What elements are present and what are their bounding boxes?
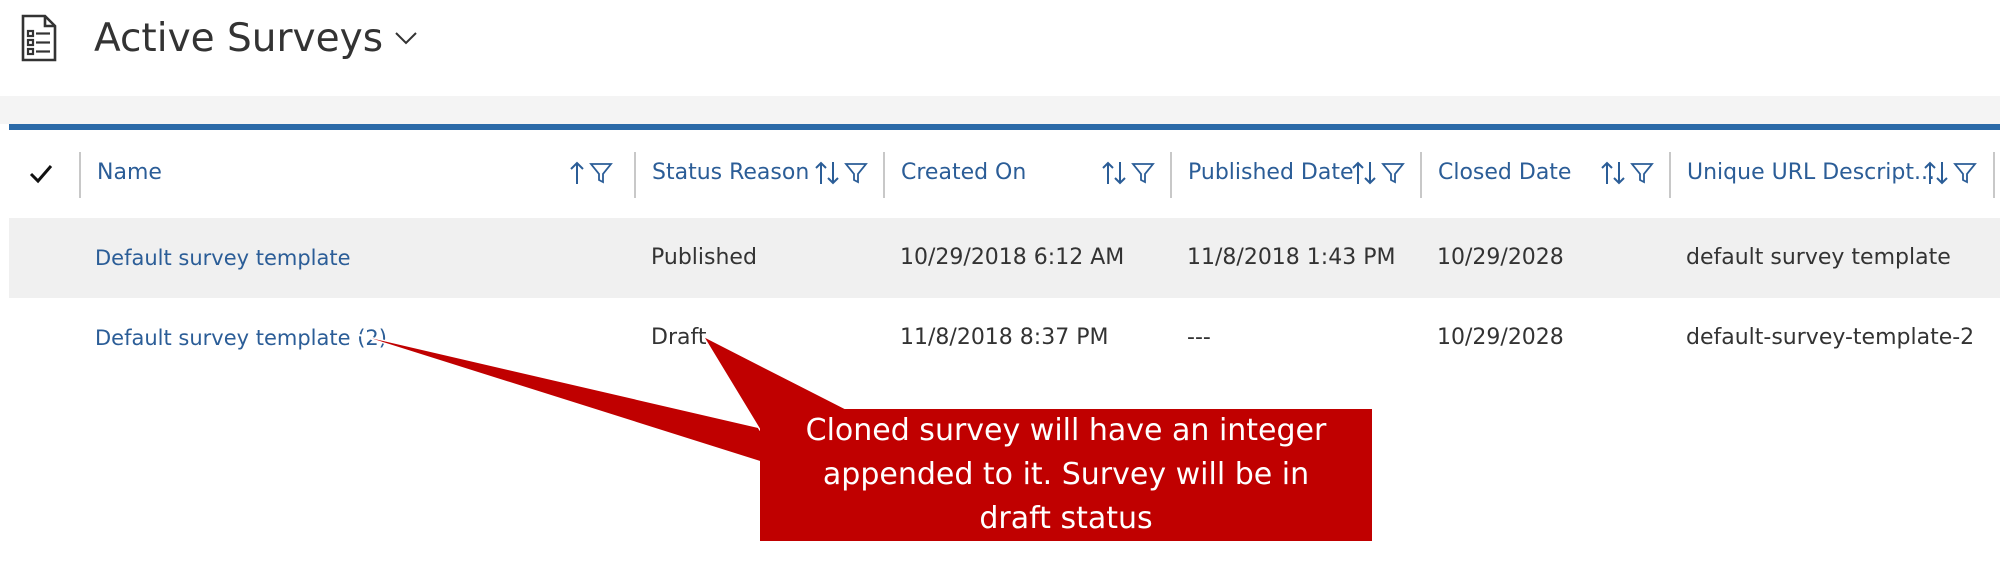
checkmark-icon[interactable]	[27, 160, 55, 188]
column-name-actions	[569, 158, 613, 188]
filter-icon[interactable]	[1953, 161, 1977, 185]
chevron-down-icon[interactable]	[394, 30, 418, 46]
row-created-on: 11/8/2018 8:37 PM	[900, 325, 1109, 350]
filter-icon[interactable]	[589, 161, 613, 185]
filter-icon[interactable]	[844, 161, 868, 185]
column-separator[interactable]	[1170, 152, 1172, 198]
sort-ascending-icon[interactable]	[569, 160, 585, 186]
row-unique-url: default-survey-template-2	[1686, 325, 1975, 350]
column-header-unique-url[interactable]: Unique URL Descript...	[1687, 150, 1935, 196]
column-separator[interactable]	[1669, 152, 1671, 198]
sort-icon[interactable]	[1101, 160, 1127, 186]
sort-icon[interactable]	[814, 160, 840, 186]
page-title: Active Surveys	[94, 16, 384, 61]
filter-icon[interactable]	[1630, 161, 1654, 185]
filter-icon[interactable]	[1381, 161, 1405, 185]
sort-icon[interactable]	[1600, 160, 1626, 186]
row-created-on: 10/29/2018 6:12 AM	[900, 245, 1125, 270]
table-row[interactable]: Default survey template Published 10/29/…	[9, 218, 2000, 298]
column-header-closed-date[interactable]: Closed Date	[1438, 150, 1571, 196]
row-published-date: ---	[1187, 325, 1211, 350]
column-header-name[interactable]: Name	[97, 150, 162, 196]
row-published-date: 11/8/2018 1:43 PM	[1187, 245, 1396, 270]
page: Active Surveys Name Status Reason Create…	[0, 0, 2000, 565]
sort-icon[interactable]	[1923, 160, 1949, 186]
header-divider-band	[0, 96, 2000, 124]
row-status-reason: Draft	[651, 325, 707, 350]
column-separator[interactable]	[634, 152, 636, 198]
column-published-date-actions	[1351, 158, 1405, 188]
grid-header-row: Name Status Reason Created On Published …	[9, 130, 2000, 218]
column-header-created-on[interactable]: Created On	[901, 150, 1026, 196]
column-unique-url-actions	[1923, 158, 1977, 188]
page-header: Active Surveys	[0, 0, 2000, 96]
row-closed-date: 10/29/2028	[1437, 245, 1564, 270]
column-header-status-reason[interactable]: Status Reason	[652, 150, 809, 196]
row-name-link[interactable]: Default survey template	[95, 218, 351, 298]
table-row[interactable]: Default survey template (2) Draft 11/8/2…	[9, 298, 2000, 378]
column-separator[interactable]	[1420, 152, 1422, 198]
column-status-reason-actions	[814, 158, 868, 188]
row-closed-date: 10/29/2028	[1437, 325, 1564, 350]
survey-grid: Name Status Reason Created On Published …	[9, 124, 2000, 374]
filter-icon[interactable]	[1131, 161, 1155, 185]
column-header-published-date[interactable]: Published Date	[1188, 150, 1354, 196]
survey-document-icon	[21, 14, 57, 62]
row-name-link[interactable]: Default survey template (2)	[95, 298, 387, 378]
annotation-text: Cloned survey will have an integer appen…	[805, 413, 1327, 536]
sort-icon[interactable]	[1351, 160, 1377, 186]
column-separator[interactable]	[883, 152, 885, 198]
column-separator[interactable]	[1993, 152, 1995, 198]
column-closed-date-actions	[1600, 158, 1654, 188]
column-created-on-actions	[1101, 158, 1155, 188]
row-status-reason: Published	[651, 245, 757, 270]
column-separator[interactable]	[79, 152, 81, 198]
row-unique-url: default survey template	[1686, 245, 1951, 270]
annotation-callout: Cloned survey will have an integer appen…	[760, 409, 1372, 541]
